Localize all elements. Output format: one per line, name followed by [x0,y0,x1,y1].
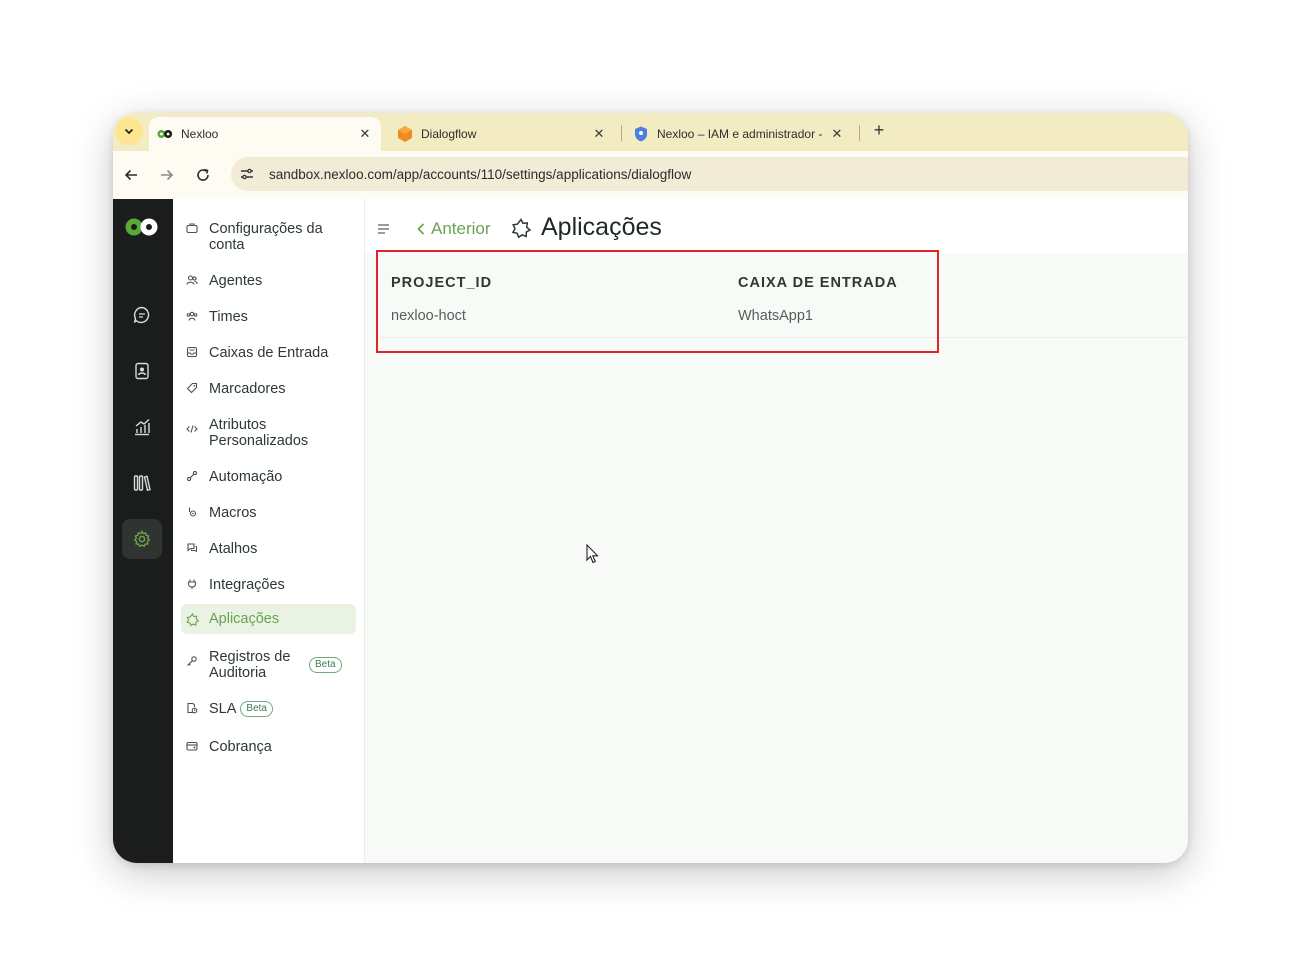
conversations-button[interactable] [122,295,162,335]
wallet-icon [181,739,203,752]
chat-icon [133,306,150,324]
settings-sidebar: Configurações da conta Agentes Times Cai… [173,199,365,863]
primary-rail [113,199,173,863]
sidebar-item-label: Times [209,309,248,325]
plug-icon [181,577,203,590]
tab-strip: Nexloo ✕ Dialogflow ✕ Nexloo – IAM e adm… [113,113,1188,151]
tab-title: Nexloo – IAM e administrador - [657,127,823,141]
tag-icon [181,381,203,394]
code-icon [181,417,203,435]
site-info-icon[interactable] [235,162,259,186]
tab-separator [859,125,860,141]
sidebar-item-label: Registros de Auditoria [209,649,291,681]
sidebar-item-label: Integrações [209,577,285,593]
sidebar-item-applications[interactable]: Aplicações [181,604,356,634]
settings-gear-icon [133,530,151,548]
sidebar-item-label: Caixas de Entrada [209,345,329,361]
arrow-right-icon [161,169,174,181]
tab-separator [621,125,622,141]
sidebar-item-account-settings[interactable]: Configurações da conta [181,221,356,253]
reload-icon [197,168,209,181]
briefcase-icon [181,221,203,234]
chevron-left-icon [417,223,425,235]
document-clock-icon [181,701,203,714]
address-bar[interactable]: sandbox.nexloo.com/app/accounts/110/sett… [231,157,1188,191]
arrow-left-icon [124,169,137,181]
tab-title: Nexloo [181,127,219,141]
users-icon [181,273,203,286]
sidebar-item-audit-logs[interactable]: Registros de Auditoria Beta [181,649,356,681]
sidebar-item-integrations[interactable]: Integrações [181,577,356,593]
sidebar-item-labels[interactable]: Marcadores [181,381,356,397]
back-link[interactable]: Anterior [415,219,491,239]
sidebar-item-inboxes[interactable]: Caixas de Entrada [181,345,356,361]
beta-badge: Beta [309,657,342,673]
close-icon[interactable]: ✕ [591,126,607,142]
sidebar-item-label: Atributos Personalizados [209,417,309,449]
sidebar-item-billing[interactable]: Cobrança [181,739,356,755]
mouse-cursor-icon [586,543,600,569]
macro-icon [181,505,203,518]
sidebar-item-label: SLA [209,701,237,717]
sidebar-item-label: Aplicações [209,611,280,627]
close-icon[interactable]: ✕ [357,126,373,142]
hamburger-icon [378,224,389,234]
settings-button[interactable] [122,519,162,559]
contacts-icon [135,362,149,380]
sidebar-item-label: Atalhos [209,541,258,557]
reports-icon [135,418,150,436]
star-badge-icon [181,612,203,626]
sidebar-item-sla[interactable]: SLA Beta [181,701,356,717]
page-title-text: Aplicações [541,213,662,241]
back-button[interactable] [119,163,143,187]
page-header: Anterior Aplicações [365,199,1188,253]
tab-title: Dialogflow [421,127,477,141]
sidebar-item-label: Marcadores [209,381,286,397]
nexloo-logo-icon [157,126,173,142]
tab-dialogflow[interactable]: Dialogflow ✕ [389,117,615,151]
reload-button[interactable] [191,163,215,187]
nexloo-logo-icon[interactable] [125,217,159,237]
shield-icon [633,126,649,142]
inbox-icon [181,345,203,358]
sidebar-item-shortcuts[interactable]: Atalhos [181,541,356,557]
sidebar-item-label: Agentes [209,273,263,289]
browser-window: Nexloo ✕ Dialogflow ✕ Nexloo – IAM e adm… [113,113,1188,863]
url-text: sandbox.nexloo.com/app/accounts/110/sett… [269,166,692,182]
browser-toolbar: sandbox.nexloo.com/app/accounts/110/sett… [113,151,1188,200]
tab-search-button[interactable] [115,117,143,145]
key-icon [181,649,203,667]
star-badge-icon [511,217,531,238]
app-root: Configurações da conta Agentes Times Cai… [113,199,1188,863]
forward-button[interactable] [155,163,179,187]
chevron-down-icon [124,128,134,135]
automation-icon [181,469,203,482]
sidebar-item-label: Configurações da conta [209,221,323,253]
beta-badge: Beta [240,701,273,717]
back-label: Anterior [431,219,491,238]
new-tab-button[interactable]: + [869,121,889,141]
highlight-box [376,250,939,353]
sidebar-item-label: Automação [209,469,283,485]
library-button[interactable] [122,463,162,503]
chat-bubbles-icon [181,541,203,554]
tab-iam[interactable]: Nexloo – IAM e administrador - ✕ [625,117,853,151]
team-icon [181,309,203,322]
main-content: Anterior Aplicações PROJECT_ID nexloo-ho… [365,199,1188,863]
sidebar-item-automation[interactable]: Automação [181,469,356,485]
contacts-button[interactable] [122,351,162,391]
sidebar-item-custom-attributes[interactable]: Atributos Personalizados [181,417,356,449]
menu-toggle-button[interactable] [377,222,391,234]
sidebar-item-agents[interactable]: Agentes [181,273,356,289]
tab-nexloo[interactable]: Nexloo ✕ [149,117,381,151]
close-icon[interactable]: ✕ [829,126,845,142]
sidebar-item-teams[interactable]: Times [181,309,356,325]
library-icon [133,475,151,492]
reports-button[interactable] [122,407,162,447]
sidebar-item-label: Macros [209,505,257,521]
sidebar-item-macros[interactable]: Macros [181,505,356,521]
dialogflow-icon [397,126,413,142]
page-title: Aplicações [511,213,662,242]
sidebar-item-label: Cobrança [209,739,272,755]
